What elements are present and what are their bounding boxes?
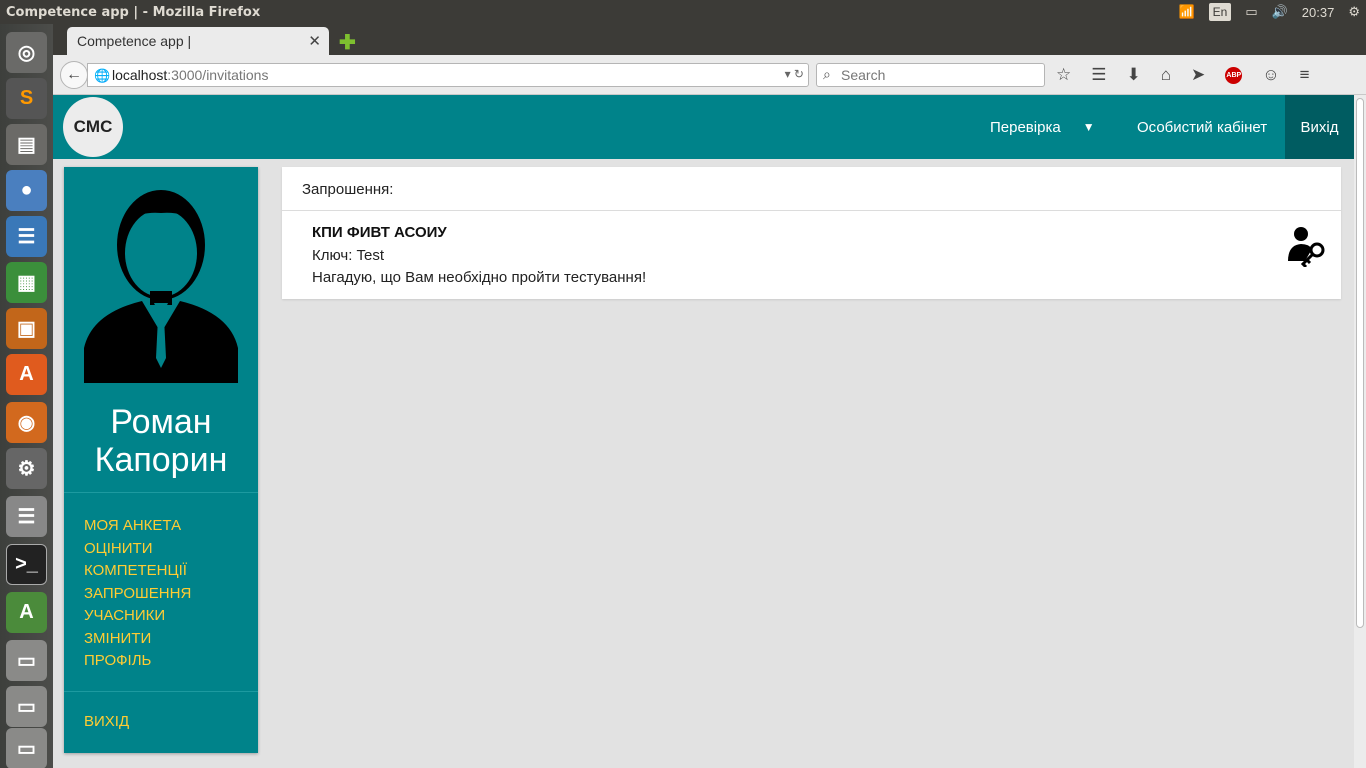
sidebar-menu: Моя анкета Оцінити компетенції Запрошенн… [84,515,254,673]
invitations-title: Запрошення: [302,181,394,198]
search-placeholder: Search [841,67,886,83]
invitations-card: Запрошення: КПИ ФИВТ АСОИУ Ключ: Test На… [282,167,1341,299]
user-name: Роман Капорин [94,403,228,479]
sublime-text-icon[interactable]: S [6,78,47,119]
user-key-icon[interactable] [1285,225,1325,267]
impress-icon[interactable]: ▣ [6,308,47,349]
software-center-icon[interactable]: A [6,354,47,395]
url-bar[interactable]: 🌐 localhost :3000/invitations ▾ ↻ [87,63,809,87]
page-scrollbar[interactable] [1354,95,1366,768]
search-input[interactable]: ⌕ Search [816,63,1045,87]
search-icon: ⌕ [823,66,831,82]
browser-tabbar: Competence app | ✕ ✚ [53,24,1366,55]
nav-check-label: Перевірка [990,118,1061,136]
invitation-message: Нагадую, що Вам необхідно пройти тестува… [312,269,647,286]
menu-icon[interactable]: ≡ [1300,65,1310,85]
sidebar-item-evaluate[interactable]: Оцінити [84,538,254,561]
updater-icon[interactable]: A [6,592,47,633]
sidebar-logout-link[interactable]: Вихід [84,713,129,730]
reload-icon[interactable]: ▾ ↻ [785,67,804,81]
files-icon[interactable]: ▤ [6,124,47,165]
battery-icon[interactable]: ▭ [1245,4,1257,20]
sidebar: Роман Капорин Моя анкета Оцінити компете… [64,167,258,753]
volume-icon[interactable]: 🔊 [1272,4,1288,20]
ubuntu-dash-icon[interactable]: ◎ [6,32,47,73]
browser-navbar: 🌐 localhost :3000/invitations ▾ ↻ ← ⌕ Se… [53,55,1366,95]
sidebar-item-change[interactable]: Змінити [84,628,254,651]
tab-title: Competence app | [77,33,192,49]
launcher: ◎ S ▤ ● ☰ ▦ ▣ A ◉ ⚙ ☰ >_ A ▭ ▭ ▭ [0,24,53,768]
sidebar-divider [64,492,258,493]
drive-icon[interactable]: ▭ [6,640,47,681]
globe-icon: 🌐 [94,68,111,83]
home-icon[interactable]: ⌂ [1161,65,1171,85]
download-icon[interactable]: ⬇ [1127,65,1141,85]
nav-exit-link[interactable]: Вихід [1285,95,1354,159]
invitation-key: Ключ: Test [312,247,385,264]
browser-tab[interactable]: Competence app | ✕ [67,27,329,55]
system-settings-icon[interactable]: ⚙ [6,448,47,489]
keyboard-layout-indicator[interactable]: En [1208,3,1232,21]
app-logo[interactable]: CMC [63,97,123,157]
card-divider [282,210,1341,211]
browser-toolbar: ☆ ☰ ⬇ ⌂ ➤ ABP ☺ ≡ [1056,63,1310,87]
scrollbar-thumb[interactable] [1356,98,1364,628]
url-path: :3000/invitations [167,67,269,83]
chromium-icon[interactable]: ● [6,170,47,211]
close-icon[interactable]: ✕ [308,32,321,50]
reading-list-icon[interactable]: ☰ [1091,65,1106,85]
adblock-icon[interactable]: ABP [1225,66,1243,84]
sidebar-item-profile[interactable]: профіль [84,650,254,673]
firefox-icon[interactable]: ◉ [6,402,47,443]
sidebar-item-invitations[interactable]: Запрошення [84,583,254,606]
url-host: localhost [112,67,168,83]
nav-check-dropdown[interactable]: Перевірка ▼ [990,95,1095,159]
nav-profile-link[interactable]: Особистий кабінет [1137,95,1267,159]
calc-icon[interactable]: ▦ [6,262,47,303]
page-content: CMC Перевірка ▼ Особистий кабінет Вихід … [53,95,1354,768]
invitation-org: КПИ ФИВТ АСОИУ [312,224,447,241]
back-button[interactable]: ← [60,61,88,89]
trash-icon[interactable]: ▭ [6,728,47,768]
panel-indicators: 📶 En ▭ 🔊 20:37 ⚙ [1178,0,1360,24]
new-tab-icon[interactable]: ✚ [339,30,356,55]
clock[interactable]: 20:37 [1302,5,1335,20]
sidebar-item-my-profile[interactable]: Моя анкета [84,515,254,538]
send-icon[interactable]: ➤ [1191,65,1205,85]
avatar [84,190,238,383]
sidebar-divider [64,691,258,692]
database-icon[interactable]: ☰ [6,496,47,537]
chat-icon[interactable]: ☺ [1262,65,1279,85]
writer-icon[interactable]: ☰ [6,216,47,257]
bookmark-star-icon[interactable]: ☆ [1056,65,1071,85]
wifi-icon[interactable]: 📶 [1178,4,1194,20]
gear-icon[interactable]: ⚙ [1348,4,1360,20]
window-title: Competence app | - Mozilla Firefox [6,4,261,20]
app-header: CMC Перевірка ▼ Особистий кабінет Вихід [53,95,1354,159]
terminal-icon[interactable]: >_ [6,544,47,585]
sidebar-item-participants[interactable]: Учасники [84,605,254,628]
drive-icon-2[interactable]: ▭ [6,686,47,727]
caret-down-icon: ▼ [1082,120,1095,134]
os-top-panel: Competence app | - Mozilla Firefox 📶 En … [0,0,1366,24]
sidebar-item-competences[interactable]: компетенції [84,560,254,583]
